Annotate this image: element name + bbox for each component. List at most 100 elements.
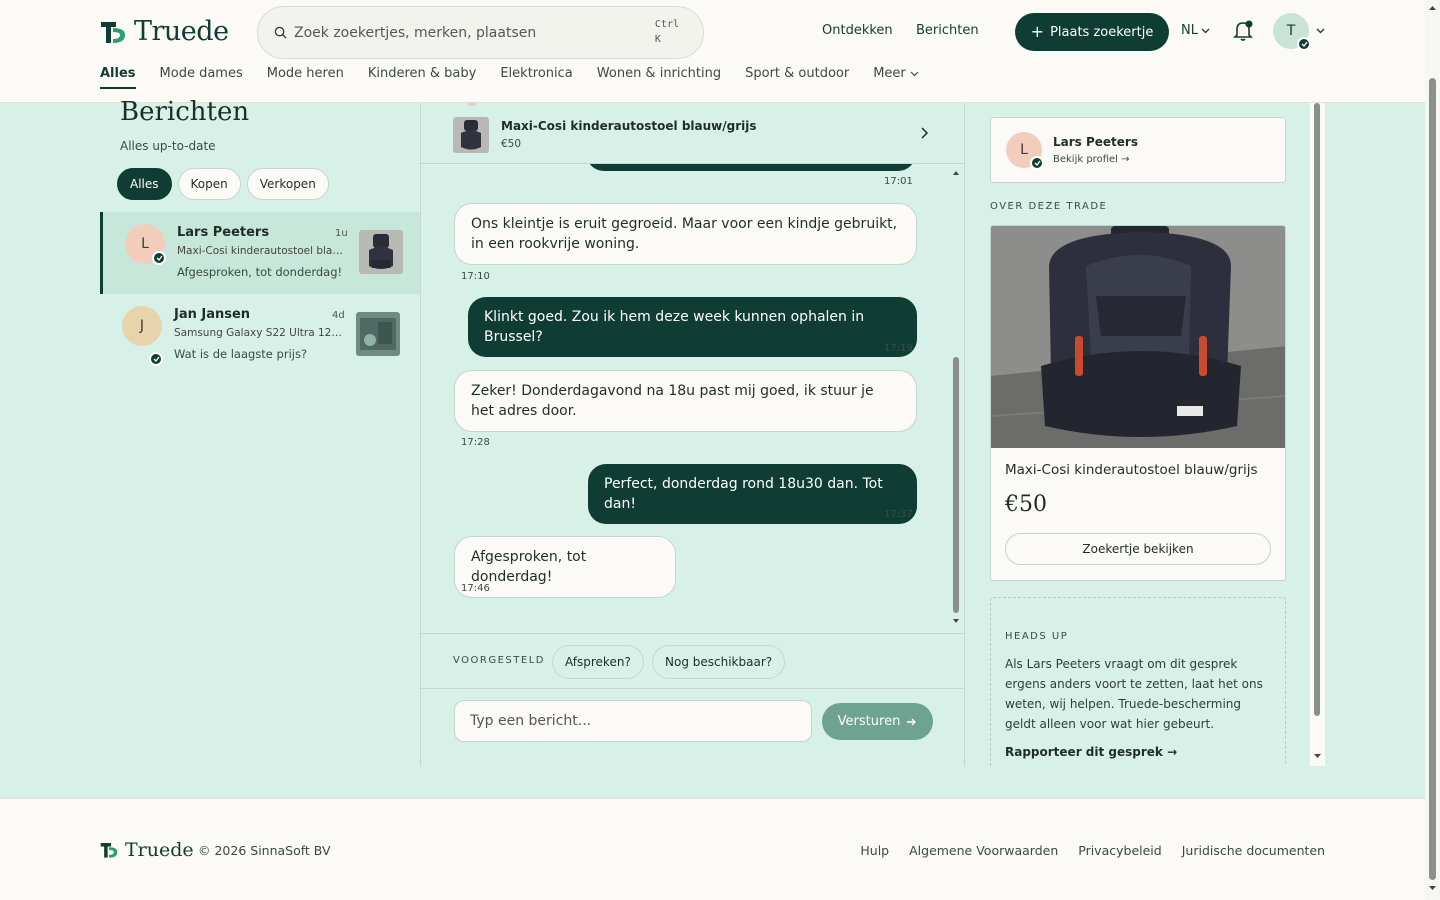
conversation-item[interactable]: J Jan Jansen 4d Samsung Galaxy S22 Ultra… bbox=[100, 294, 420, 376]
category-mode-heren[interactable]: Mode heren bbox=[267, 66, 344, 89]
suggestions-bar: VOORGESTELD Afspreken? Nog beschikbaar? bbox=[421, 633, 964, 689]
avatar: L bbox=[1006, 132, 1044, 170]
chat-panel: 17:01 Ons kleintje is eruit gegroeid. Ma… bbox=[420, 103, 965, 766]
page-scrollbar[interactable] bbox=[1425, 0, 1440, 900]
category-elektronica[interactable]: Elektronica bbox=[500, 66, 572, 89]
section-label: OVER DEZE TRADE bbox=[990, 201, 1108, 212]
footer-link-voorwaarden[interactable]: Algemene Voorwaarden bbox=[909, 843, 1058, 858]
category-meer-label: Meer bbox=[873, 66, 906, 81]
category-nav: Alles Mode dames Mode heren Kinderen & b… bbox=[100, 66, 919, 89]
conversation-item-title: Samsung Galaxy S22 Ultra 128GB bbox=[174, 327, 342, 339]
place-listing-button[interactable]: + Plaats zoekertje bbox=[1015, 13, 1169, 51]
plus-icon: + bbox=[1030, 22, 1045, 41]
footer-link-privacy[interactable]: Privacybeleid bbox=[1078, 843, 1161, 858]
conversation-time: 1u bbox=[335, 228, 348, 239]
item-thumbnail bbox=[359, 230, 403, 274]
page-subtitle: Alles up-to-date bbox=[120, 139, 216, 153]
suggestion-beschikbaar[interactable]: Nog beschikbaar? bbox=[652, 645, 786, 679]
category-kinderen-baby[interactable]: Kinderen & baby bbox=[368, 66, 477, 89]
seller-profile-card[interactable]: L Lars Peeters Bekijk profiel → bbox=[990, 117, 1286, 183]
safety-notice: HEADS UP Als Lars Peeters vraagt om dit … bbox=[990, 597, 1286, 766]
message-time: 17:37 bbox=[884, 509, 913, 520]
view-profile-link[interactable]: Bekijk profiel → bbox=[1053, 154, 1129, 165]
category-mode-dames[interactable]: Mode dames bbox=[160, 66, 243, 89]
message-time: 17:19 bbox=[884, 343, 913, 354]
panel-scrollbar[interactable] bbox=[1310, 103, 1325, 766]
logo-icon bbox=[101, 21, 125, 43]
notification-bell-icon[interactable] bbox=[1233, 20, 1253, 42]
chat-scrollbar[interactable] bbox=[951, 167, 961, 627]
nav-berichten[interactable]: Berichten bbox=[916, 23, 979, 38]
search-input[interactable] bbox=[294, 24, 634, 41]
message-outgoing: Perfect, donderdag rond 18u30 dan. Tot d… bbox=[588, 464, 917, 524]
chevron-right-icon bbox=[921, 127, 929, 139]
page-title: Berichten bbox=[120, 97, 250, 127]
language-label: NL bbox=[1181, 23, 1198, 38]
top-header: Truede Ctrl K Ontdekken Berichten + Plaa… bbox=[0, 0, 1425, 103]
message-incoming: Ons kleintje is eruit gegroeid. Maar voo… bbox=[454, 203, 917, 265]
avatar-initial: J bbox=[139, 318, 145, 334]
filter-tabs: Alles Kopen Verkopen bbox=[117, 168, 329, 200]
message-time: 17:46 bbox=[461, 583, 490, 594]
search-icon bbox=[274, 26, 287, 39]
message-time: 17:10 bbox=[461, 271, 490, 282]
item-thumbnail bbox=[453, 117, 489, 153]
avatar-initial: L bbox=[141, 236, 149, 252]
user-avatar[interactable]: T bbox=[1273, 13, 1311, 51]
view-listing-button[interactable]: Zoekertje bekijken bbox=[1005, 533, 1271, 565]
safety-notice-label: HEADS UP bbox=[1005, 631, 1069, 642]
message-outgoing: Klinkt goed. Zou ik hem deze week kunnen… bbox=[468, 297, 917, 357]
item-thumbnail bbox=[356, 312, 400, 356]
verified-badge-icon bbox=[152, 251, 166, 265]
contact-name: Jan Jansen bbox=[174, 307, 251, 322]
verified-badge-icon bbox=[1297, 37, 1311, 51]
last-message: Afgesproken, tot donderdag! bbox=[177, 265, 343, 279]
message-incoming: Zeker! Donderdagavond na 18u past mij go… bbox=[454, 370, 917, 432]
logo-text: Truede bbox=[134, 16, 229, 47]
user-menu-chevron-icon[interactable] bbox=[1316, 28, 1325, 34]
safety-notice-text: Als Lars Peeters vraagt om dit gesprek e… bbox=[1005, 657, 1263, 731]
footer-logo-text: Truede bbox=[125, 839, 194, 861]
footer-links: Hulp Algemene Voorwaarden Privacybeleid … bbox=[860, 843, 1325, 858]
item-price: €50 bbox=[1005, 492, 1047, 517]
message-time: 17:01 bbox=[884, 176, 913, 187]
footer-link-juridisch[interactable]: Juridische documenten bbox=[1182, 843, 1325, 858]
category-meer[interactable]: Meer bbox=[873, 66, 919, 89]
filter-kopen[interactable]: Kopen bbox=[177, 168, 241, 200]
filter-verkopen[interactable]: Verkopen bbox=[246, 168, 329, 200]
suggestions-label: VOORGESTELD bbox=[453, 655, 545, 666]
send-button[interactable]: Versturen bbox=[822, 703, 933, 740]
seller-name: Lars Peeters bbox=[1053, 135, 1138, 149]
suggestion-afspreken[interactable]: Afspreken? bbox=[552, 645, 644, 679]
report-conversation-link[interactable]: Rapporteer dit gesprek → bbox=[1005, 745, 1177, 759]
footer-link-hulp[interactable]: Hulp bbox=[860, 843, 889, 858]
footer-logo[interactable]: Truede bbox=[100, 839, 194, 861]
keyboard-shortcut-hint: Ctrl K bbox=[655, 17, 679, 47]
chat-item-header[interactable]: Maxi-Cosi kinderautostoel blauw/grijs €5… bbox=[421, 103, 964, 164]
category-sport[interactable]: Sport & outdoor bbox=[745, 66, 849, 89]
item-card: Maxi-Cosi kinderautostoel blauw/grijs €5… bbox=[990, 225, 1286, 581]
conversation-item-title: Maxi-Cosi kinderautostoel blauw/grijs bbox=[177, 245, 345, 257]
conversation-sidebar: Berichten Alles up-to-date Alles Kopen V… bbox=[100, 97, 420, 766]
chevron-down-icon bbox=[1201, 28, 1210, 33]
avatar: L bbox=[125, 224, 166, 265]
contact-name: Lars Peeters bbox=[177, 225, 270, 240]
conversation-item[interactable]: L Lars Peeters 1u Maxi-Cosi kinderautost… bbox=[100, 212, 420, 294]
item-photo[interactable] bbox=[991, 226, 1286, 448]
item-title: Maxi-Cosi kinderautostoel blauw/grijs bbox=[1005, 462, 1258, 478]
message-time: 17:28 bbox=[461, 437, 490, 448]
message-input[interactable] bbox=[454, 700, 812, 742]
category-alles[interactable]: Alles bbox=[100, 66, 136, 89]
search-bar[interactable]: Ctrl K bbox=[257, 6, 704, 59]
filter-alles[interactable]: Alles bbox=[117, 168, 172, 200]
place-listing-label: Plaats zoekertje bbox=[1050, 24, 1154, 40]
verified-badge-icon bbox=[149, 352, 163, 366]
avatar-initial: L bbox=[1020, 142, 1028, 158]
copyright: © 2026 SinnaSoft BV bbox=[198, 843, 331, 858]
kbd-ctrl: Ctrl bbox=[654, 19, 679, 30]
nav-ontdekken[interactable]: Ontdekken bbox=[822, 23, 893, 38]
trade-details-panel: L Lars Peeters Bekijk profiel → OVER DEZ… bbox=[965, 103, 1325, 766]
language-selector[interactable]: NL bbox=[1181, 23, 1210, 38]
category-wonen[interactable]: Wonen & inrichting bbox=[597, 66, 721, 89]
logo[interactable]: Truede bbox=[100, 16, 229, 47]
